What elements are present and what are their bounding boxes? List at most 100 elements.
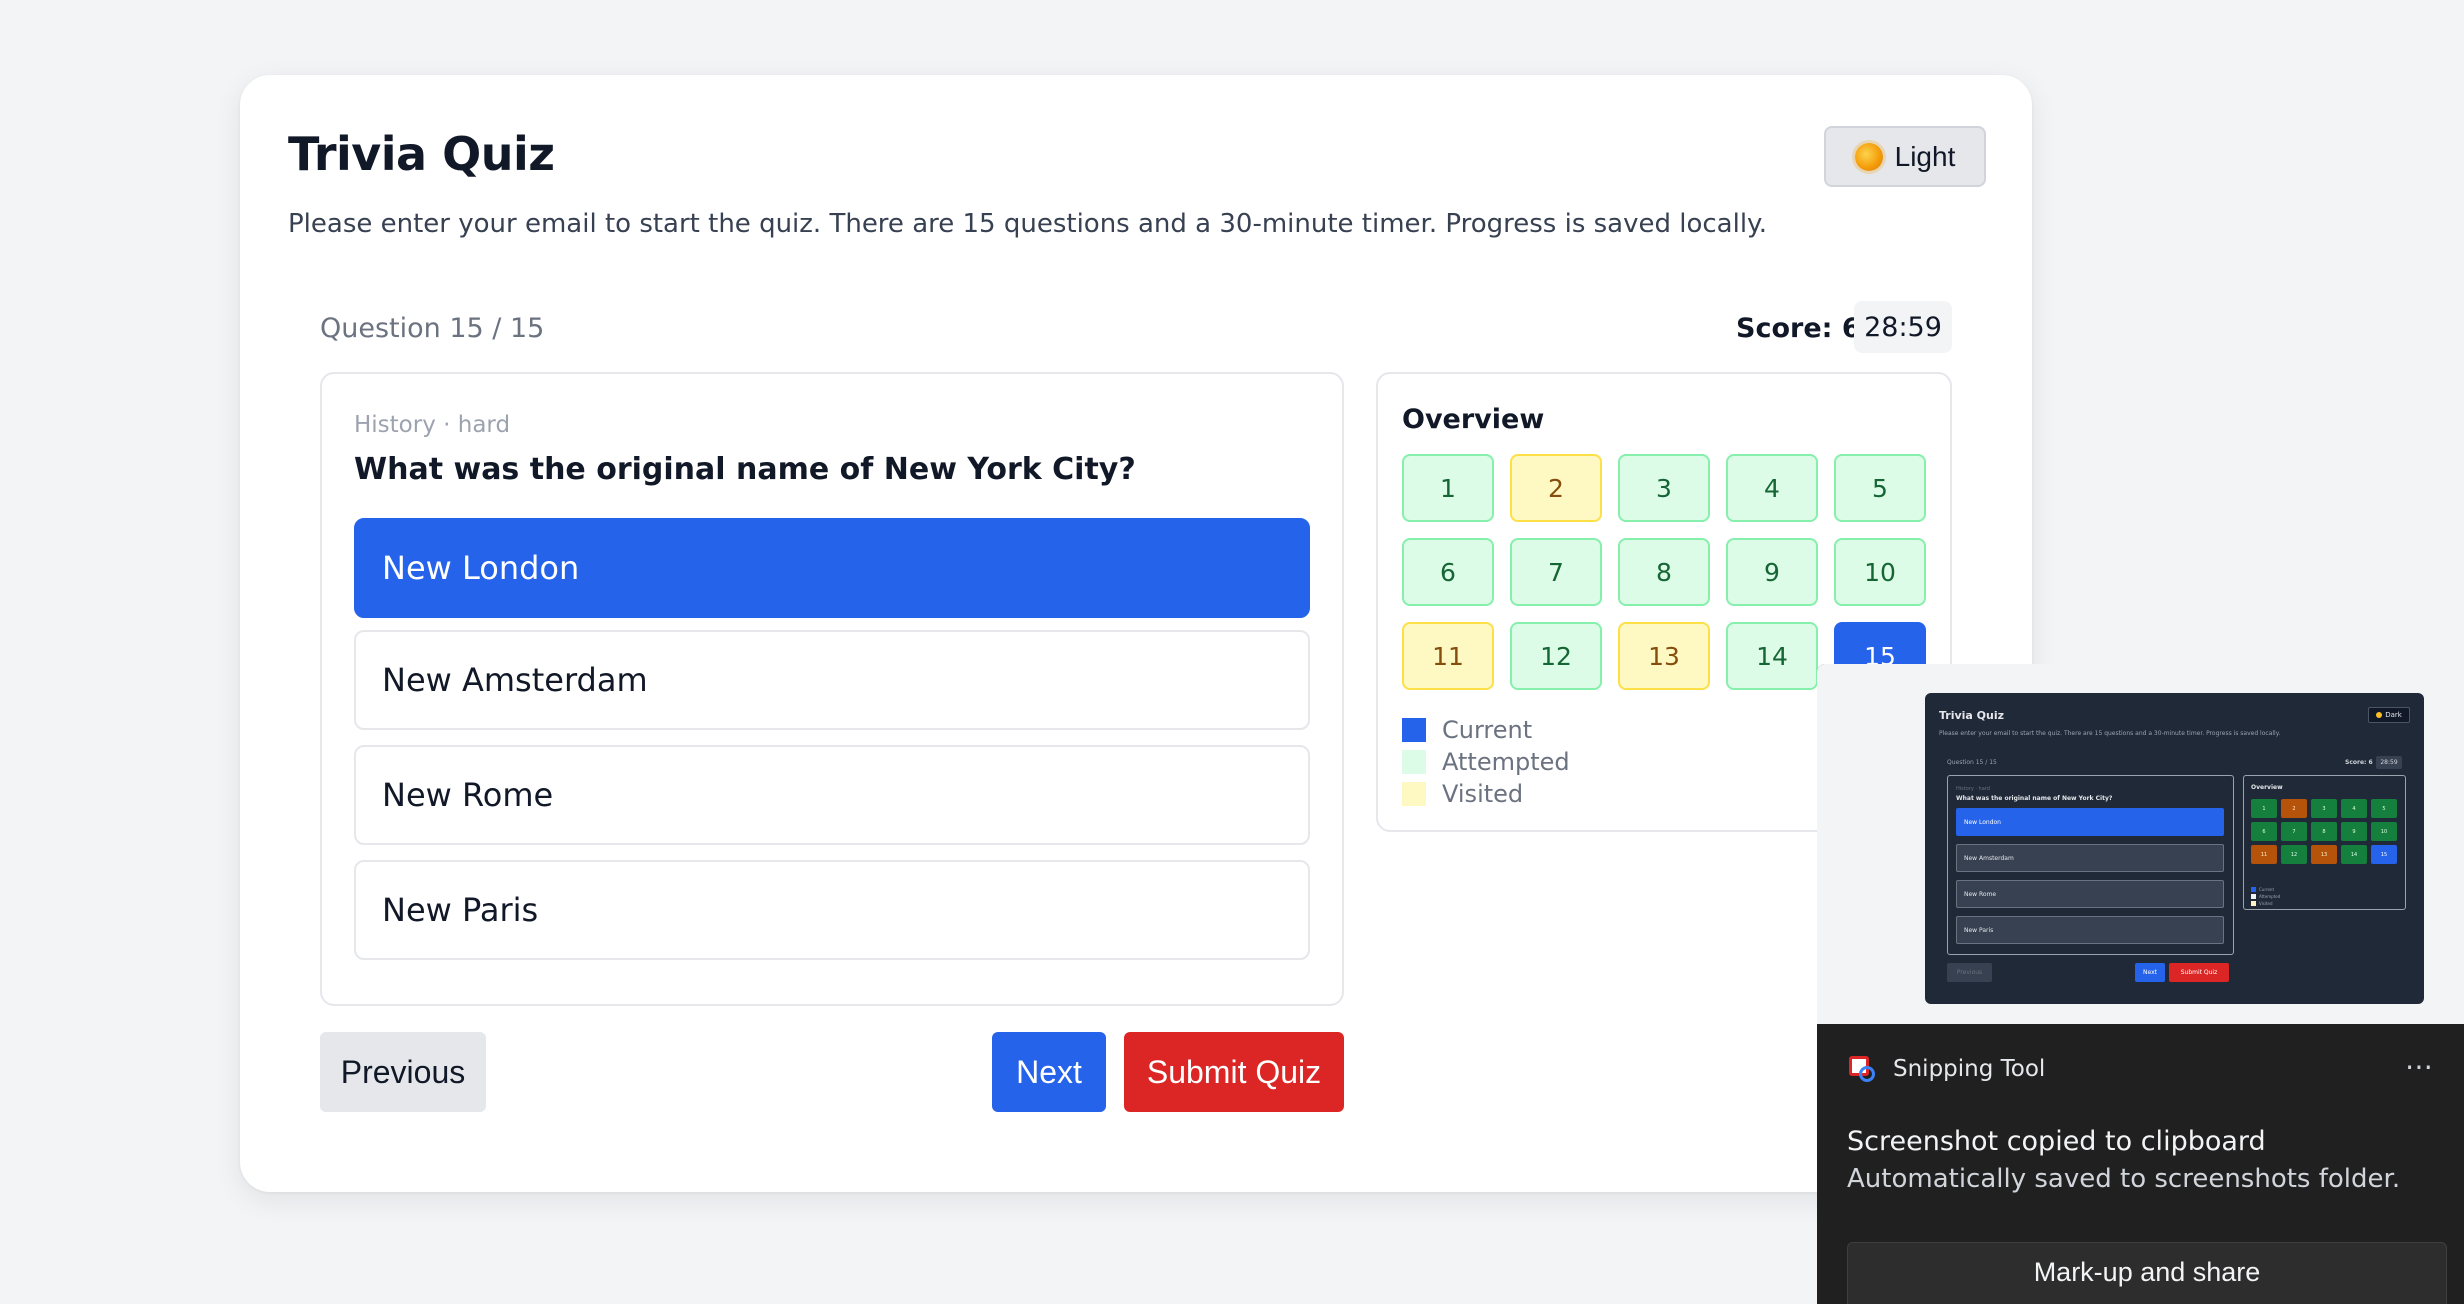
thumb-title: Trivia Quiz [1939, 709, 2005, 722]
thumb-score: Score: 6 [2345, 759, 2373, 766]
answer-option-1[interactable]: New London [354, 518, 1310, 618]
legend-item-attempted: Attempted [1402, 746, 1570, 778]
previous-button[interactable]: Previous [320, 1032, 486, 1112]
thumb-legend-swatch [2251, 887, 2256, 892]
thumb-question-panel: History · hard What was the original nam… [1947, 775, 2234, 955]
overview-cell-5[interactable]: 5 [1834, 454, 1926, 522]
overview-cell-11[interactable]: 11 [1402, 622, 1494, 690]
thumb-next-button: Next [2135, 963, 2165, 982]
thumb-theme-label: Dark [2385, 711, 2402, 719]
markup-share-button[interactable]: Mark-up and share [1847, 1242, 2447, 1304]
quiz-card: Trivia Quiz Please enter your email to s… [240, 75, 2032, 1192]
thumb-option: New Paris [1956, 916, 2224, 944]
thumb-option: New London [1956, 808, 2224, 836]
answer-option-label: New Rome [382, 776, 554, 814]
moon-icon [2376, 712, 2383, 718]
notification-title: Screenshot copied to clipboard [1847, 1126, 2266, 1157]
notification-app-name: Snipping Tool [1893, 1056, 2046, 1082]
thumb-subtitle: Please enter your email to start the qui… [1939, 730, 2281, 737]
next-button[interactable]: Next [992, 1032, 1106, 1112]
theme-toggle-label: Light [1894, 140, 1956, 172]
answer-option-label: New London [382, 549, 580, 587]
screen: Trivia Quiz Please enter your email to s… [0, 0, 2464, 1304]
snipping-tool-icon [1847, 1054, 1877, 1084]
legend-label: Attempted [1442, 748, 1570, 776]
legend-item-visited: Visited [1402, 778, 1570, 810]
overview-cell-10[interactable]: 10 [1834, 538, 1926, 606]
page-subtitle: Please enter your email to start the qui… [288, 209, 1768, 239]
thumb-overview-title: Overview [2251, 784, 2283, 791]
thumb-legend-item: Attempted [2251, 893, 2280, 900]
thumb-overview-cell: 3 [2311, 799, 2337, 818]
thumb-question: What was the original name of New York C… [1956, 795, 2113, 802]
snipping-tool-notification: Trivia Quiz Please enter your email to s… [1817, 664, 2464, 1304]
answer-option-3[interactable]: New Rome [354, 745, 1310, 845]
submit-quiz-button[interactable]: Submit Quiz [1124, 1032, 1344, 1112]
legend-item-current: Current [1402, 714, 1570, 746]
overview-cell-12[interactable]: 12 [1510, 622, 1602, 690]
thumb-meta: History · hard [1956, 786, 1990, 792]
overview-cell-13[interactable]: 13 [1618, 622, 1710, 690]
question-category: History · hard [354, 412, 511, 438]
thumb-overview-cell: 11 [2251, 845, 2277, 864]
thumb-overview-cell: 6 [2251, 822, 2277, 841]
overview-cell-6[interactable]: 6 [1402, 538, 1494, 606]
overview-legend: Current Attempted Visited [1402, 714, 1570, 810]
thumb-overview-cell: 9 [2341, 822, 2367, 841]
question-panel: History · hard What was the original nam… [320, 372, 1344, 1006]
thumb-overview-cell: 8 [2311, 822, 2337, 841]
answer-option-4[interactable]: New Paris [354, 860, 1310, 960]
thumb-overview-cell: 4 [2341, 799, 2367, 818]
thumb-submit-button: Submit Quiz [2169, 963, 2229, 982]
thumb-legend-item: Visited [2251, 900, 2280, 907]
thumb-legend-swatch [2251, 894, 2256, 899]
more-options-icon[interactable]: ⋯ [2405, 1050, 2435, 1083]
thumb-overview-cell: 10 [2371, 822, 2397, 841]
question-text: What was the original name of New York C… [354, 452, 1136, 487]
legend-swatch-current [1402, 718, 1426, 742]
overview-cell-14[interactable]: 14 [1726, 622, 1818, 690]
thumb-legend: Current Attempted Visited [2251, 886, 2280, 907]
answer-option-label: New Paris [382, 891, 539, 929]
screenshot-preview[interactable]: Trivia Quiz Please enter your email to s… [1817, 664, 2464, 1024]
thumb-legend-label: Attempted [2259, 894, 2281, 899]
thumb-legend-swatch [2251, 901, 2256, 906]
thumb-timer: 28:59 [2376, 756, 2402, 769]
overview-cell-4[interactable]: 4 [1726, 454, 1818, 522]
legend-swatch-visited [1402, 782, 1426, 806]
thumb-overview-panel: Overview 1 2 3 4 5 6 7 8 9 10 11 12 13 14 15 Current A… [2243, 775, 2406, 910]
notification-header: Snipping Tool [1847, 1054, 2045, 1084]
score-display: Score: 6 [1736, 313, 1861, 344]
overview-cell-9[interactable]: 9 [1726, 538, 1818, 606]
thumb-overview-cell: 14 [2341, 845, 2367, 864]
answer-option-label: New Amsterdam [382, 661, 648, 699]
thumb-overview-cell: 2 [2281, 799, 2307, 818]
overview-cell-3[interactable]: 3 [1618, 454, 1710, 522]
thumb-overview-cell: 5 [2371, 799, 2397, 818]
overview-grid: 1 2 3 4 5 6 7 8 9 10 11 12 13 14 15 [1402, 454, 1926, 690]
thumb-question-counter: Question 15 / 15 [1947, 759, 1997, 766]
theme-toggle-button[interactable]: Light [1824, 126, 1986, 187]
page-title: Trivia Quiz [288, 127, 555, 181]
overview-cell-1[interactable]: 1 [1402, 454, 1494, 522]
timer-display: 28:59 [1854, 301, 1952, 353]
answer-option-2[interactable]: New Amsterdam [354, 630, 1310, 730]
thumb-overview-cell: 7 [2281, 822, 2307, 841]
thumb-overview-cell: 15 [2371, 845, 2397, 864]
overview-cell-7[interactable]: 7 [1510, 538, 1602, 606]
thumb-previous-button: Previous [1947, 963, 1992, 982]
question-counter: Question 15 / 15 [320, 313, 545, 344]
sun-icon [1854, 142, 1883, 171]
thumb-overview-cell: 12 [2281, 845, 2307, 864]
thumb-overview-grid: 1 2 3 4 5 6 7 8 9 10 11 12 13 14 15 [2251, 799, 2397, 864]
thumb-overview-cell: 1 [2251, 799, 2277, 818]
thumb-overview-cell: 13 [2311, 845, 2337, 864]
thumb-option: New Amsterdam [1956, 844, 2224, 872]
overview-title: Overview [1402, 404, 1545, 435]
legend-label: Visited [1442, 780, 1524, 808]
legend-swatch-attempted [1402, 750, 1426, 774]
overview-cell-2[interactable]: 2 [1510, 454, 1602, 522]
legend-label: Current [1442, 716, 1533, 744]
overview-cell-8[interactable]: 8 [1618, 538, 1710, 606]
thumb-option: New Rome [1956, 880, 2224, 908]
